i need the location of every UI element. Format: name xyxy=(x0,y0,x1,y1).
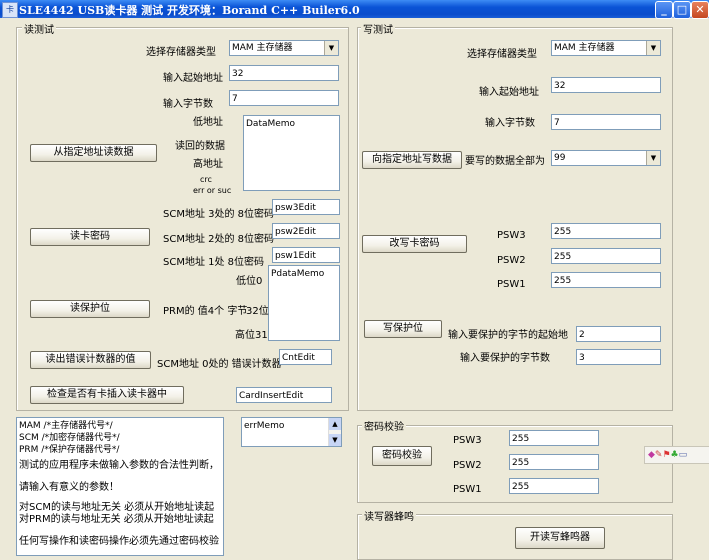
verify-psw2-label: PSW2 xyxy=(453,460,482,471)
write-byte-count-input[interactable]: 7 xyxy=(551,114,661,130)
maximize-button[interactable]: □ xyxy=(673,1,691,19)
write-psw2-input[interactable]: 255 xyxy=(551,248,661,264)
write-psw1-input[interactable]: 255 xyxy=(551,272,661,288)
write-psw2-label: PSW2 xyxy=(497,255,526,266)
read-start-addr-label: 输入起始地址 xyxy=(163,73,223,84)
info-line: MAM /*主存储器代号*/ xyxy=(19,421,113,431)
read-test-group-label: 读测试 xyxy=(22,21,56,36)
protect-start-label: 输入要保护的字节的起始地 xyxy=(448,330,568,341)
error-counter-label: SCM地址 0处的 错误计数器 xyxy=(157,359,282,370)
verify-psw1-input[interactable]: 255 xyxy=(509,478,599,494)
read-mem-type-value: MAM 主存储器 xyxy=(232,43,293,53)
read-card-password-button[interactable]: 读卡密码 xyxy=(30,228,150,246)
psw2-label: SCM地址 2处的 8位密码 xyxy=(163,234,275,245)
prm-bits-label: 32位 xyxy=(246,306,269,317)
write-fill-select[interactable]: 99 ▼ xyxy=(551,150,661,166)
psw1-edit[interactable]: psw1Edit xyxy=(272,247,340,263)
card-insert-edit[interactable]: CardInsertEdit xyxy=(236,387,332,403)
close-button[interactable]: ✕ xyxy=(691,1,709,19)
write-to-address-button[interactable]: 向指定地址写数据 xyxy=(362,151,462,169)
psw1-label: SCM地址 1处 8位密码 xyxy=(163,257,265,268)
read-byte-count-input[interactable]: 7 xyxy=(229,90,339,106)
write-mem-type-value: MAM 主存储器 xyxy=(554,43,615,53)
count-edit[interactable]: CntEdit xyxy=(279,349,332,365)
password-verify-group-label: 密码校验 xyxy=(362,418,406,433)
protect-start-input[interactable]: 2 xyxy=(576,326,661,342)
verify-psw1-label: PSW1 xyxy=(453,484,482,495)
err-memo-scrollbar[interactable]: ▲ ▼ xyxy=(328,418,341,446)
err-memo-text: errMemo xyxy=(244,421,285,431)
read-mem-type-label: 选择存储器类型 xyxy=(146,47,216,58)
info-memo[interactable]: MAM /*主存储器代号*/ SCM /*加密存储器代号*/ PRM /*保护存… xyxy=(16,417,224,556)
data-memo-text: DataMemo xyxy=(246,119,296,129)
verify-psw3-label: PSW3 xyxy=(453,435,482,446)
write-psw1-label: PSW1 xyxy=(497,279,526,290)
prm-value-label: PRM的 值4个 字节 xyxy=(163,306,248,317)
read-byte-count-label: 输入字节数 xyxy=(163,99,213,110)
prm-low-label: 低位0 xyxy=(236,276,263,287)
write-psw3-input[interactable]: 255 xyxy=(551,223,661,239)
info-line: 对SCM的读与地址无关 必须从开始地址读起 xyxy=(19,502,215,513)
info-line: 对PRM的读与地址无关 必须从开始地址读起 xyxy=(19,514,214,525)
change-card-password-button[interactable]: 改写卡密码 xyxy=(362,235,467,253)
title-bar[interactable]: 卡 SLE4442 USB读卡器 测试 开发环境：Borand C++ Buil… xyxy=(0,0,709,19)
write-fill-label: 要写的数据全部为 xyxy=(465,156,545,167)
read-error-counter-button[interactable]: 读出错误计数器的值 xyxy=(30,351,151,369)
write-fill-value: 99 xyxy=(554,153,566,163)
read-start-addr-input[interactable]: 32 xyxy=(229,65,339,81)
verify-psw3-input[interactable]: 255 xyxy=(509,430,599,446)
high-addr-label: 高地址 xyxy=(193,159,223,170)
read-from-address-button[interactable]: 从指定地址读数据 xyxy=(30,144,157,162)
err-suc-label: err or suc xyxy=(193,186,232,195)
chevron-down-icon[interactable]: ▼ xyxy=(646,151,660,165)
verify-password-button[interactable]: 密码校验 xyxy=(372,446,432,466)
prm-high-label: 高位31 xyxy=(235,330,268,341)
minimize-button[interactable]: _ xyxy=(655,1,673,19)
read-protect-bits-button[interactable]: 读保护位 xyxy=(30,300,150,318)
diamond-icon[interactable]: ◆ xyxy=(648,450,655,460)
write-start-addr-label: 输入起始地址 xyxy=(479,87,539,98)
err-memo[interactable]: errMemo ▲ ▼ xyxy=(241,417,342,447)
write-mem-type-label: 选择存储器类型 xyxy=(467,49,537,60)
write-protect-bits-button[interactable]: 写保护位 xyxy=(364,320,442,338)
keyboard-icon[interactable]: ▭ xyxy=(679,450,688,460)
read-data-label: 读回的数据 xyxy=(175,141,225,152)
protect-count-input[interactable]: 3 xyxy=(576,349,661,365)
psw2-edit[interactable]: psw2Edit xyxy=(272,223,340,239)
scroll-down-icon[interactable]: ▼ xyxy=(329,434,341,446)
chevron-down-icon[interactable]: ▼ xyxy=(646,41,660,55)
buzzer-group-label: 读写器蜂鸣 xyxy=(362,508,416,523)
verify-psw2-input[interactable]: 255 xyxy=(509,454,599,470)
floating-toolbar[interactable]: ◆✎⚑♣▭ xyxy=(644,446,709,464)
chevron-down-icon[interactable]: ▼ xyxy=(324,41,338,55)
flag-icon[interactable]: ⚑ xyxy=(662,450,670,460)
low-addr-label: 低地址 xyxy=(193,117,223,128)
write-byte-count-label: 输入字节数 xyxy=(485,118,535,129)
open-buzzer-button[interactable]: 开读写蜂鸣器 xyxy=(515,527,605,549)
protect-count-label: 输入要保护的字节数 xyxy=(460,353,550,364)
info-line: 请输入有意义的参数！ xyxy=(19,482,119,493)
psw3-edit[interactable]: psw3Edit xyxy=(272,199,340,215)
write-psw3-label: PSW3 xyxy=(497,230,526,241)
info-line: 测试的应用程序未做输入参数的合法性判断， xyxy=(19,460,219,471)
write-mem-type-select[interactable]: MAM 主存储器 ▼ xyxy=(551,40,661,56)
write-start-addr-input[interactable]: 32 xyxy=(551,77,661,93)
scroll-up-icon[interactable]: ▲ xyxy=(329,418,341,430)
pdata-memo-text: PdataMemo xyxy=(271,269,325,279)
write-test-group-label: 写测试 xyxy=(361,21,395,36)
crc-label: crc xyxy=(200,175,212,184)
read-mem-type-select[interactable]: MAM 主存储器 ▼ xyxy=(229,40,339,56)
app-icon: 卡 xyxy=(2,2,18,18)
window-title: SLE4442 USB读卡器 测试 开发环境：Borand C++ Builer… xyxy=(19,4,360,17)
pdata-memo[interactable]: PdataMemo xyxy=(268,265,340,341)
psw3-label: SCM地址 3处的 8位密码 xyxy=(163,209,275,220)
leaf-icon[interactable]: ♣ xyxy=(671,450,679,460)
info-line: 任何写操作和读密码操作必须先通过密码校验 xyxy=(19,536,219,547)
check-card-inserted-button[interactable]: 检查是否有卡插入读卡器中 xyxy=(30,386,184,404)
data-memo[interactable]: DataMemo xyxy=(243,115,340,191)
info-line: SCM /*加密存储器代号*/ xyxy=(19,433,120,443)
info-line: PRM /*保护存储器代号*/ xyxy=(19,445,120,455)
